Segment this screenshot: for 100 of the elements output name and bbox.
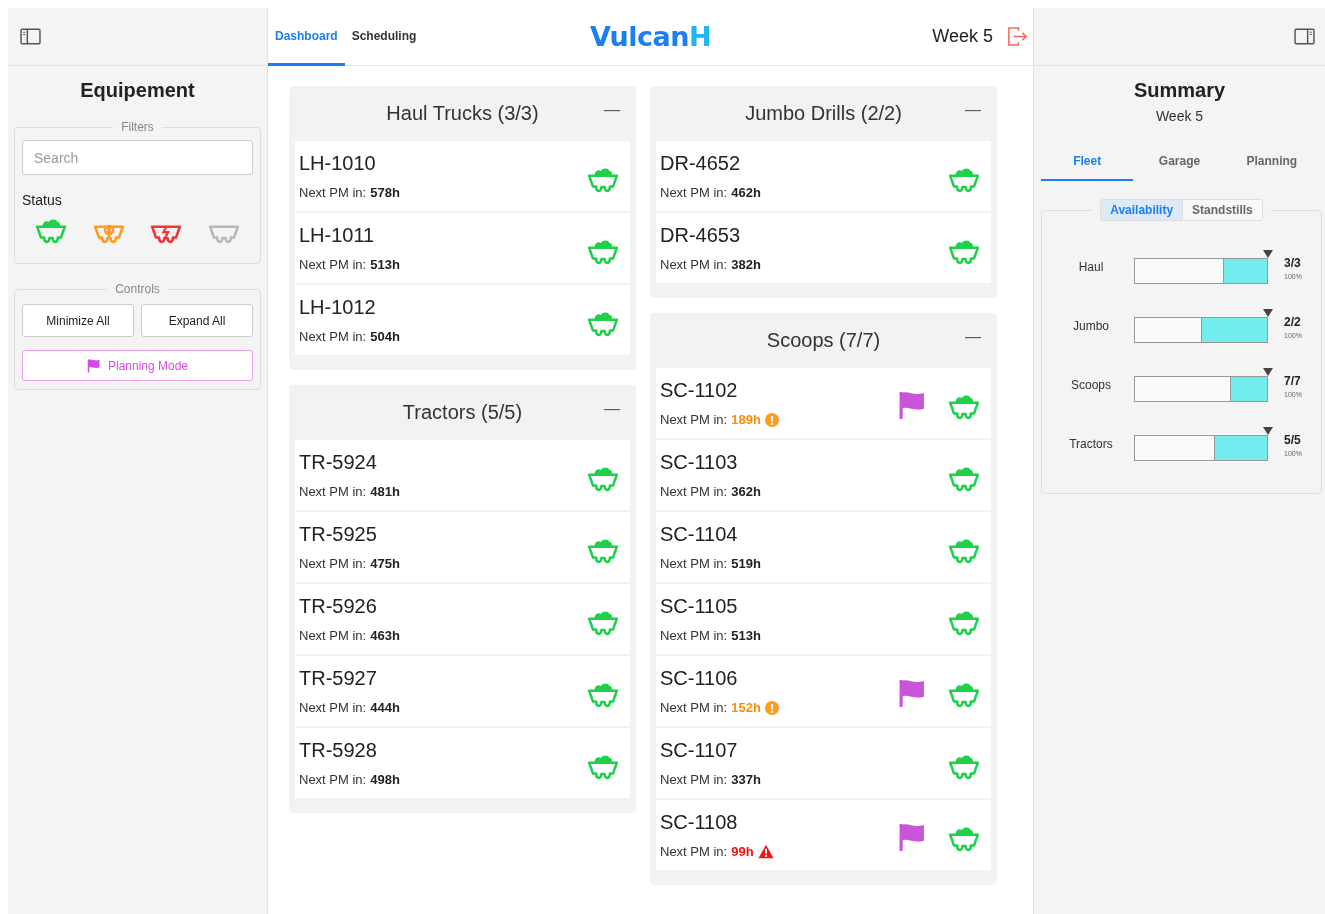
equipment-id: SC-1106 [660,667,739,690]
pm-label: Next PM in: [660,185,728,200]
equipment-row[interactable]: SC-1107 Next PM in: 337h [656,728,991,798]
target-marker-icon [1263,249,1273,258]
pm-label: Next PM in: [660,484,728,499]
pm-label: Next PM in: [299,257,367,272]
pm-hours: 337h [731,772,761,787]
pm-label: Next PM in: [660,700,728,715]
pm-hours: 519h [731,556,761,571]
equipment-row[interactable]: SC-1108 Next PM in: 99h [656,800,991,870]
control-button[interactable]: Minimize All [22,304,134,337]
equipment-row[interactable]: LH-1012 Next PM in: 504h [295,285,630,355]
equipment-row[interactable]: SC-1104 Next PM in: 519h [656,512,991,582]
equipment-row[interactable]: TR-5924 Next PM in: 481h [295,440,630,510]
count-value: 5/5 [1284,432,1302,447]
pm-hours: 578h [370,185,400,200]
equipment-id: SC-1107 [660,739,739,762]
equipment-row[interactable]: SC-1103 Next PM in: 362h [656,440,991,510]
sidebar-toggle-icon[interactable] [20,28,41,45]
segment-tab[interactable]: Standstills [1183,199,1263,221]
pm-hours: 189h [731,412,761,427]
count-value: 3/3 [1284,255,1302,270]
search-field[interactable]: Search [22,140,253,175]
equipment-id: TR-5925 [299,523,378,546]
summary-tab[interactable]: Fleet [1041,146,1134,181]
equipment-id: DR-4652 [660,152,742,175]
collapse-button[interactable]: — [965,328,981,346]
control-button[interactable]: Expand All [141,304,253,337]
group-title: Tractors (5/5) [402,401,523,424]
equipment-id: SC-1105 [660,595,739,618]
equipment-row[interactable]: DR-4653 Next PM in: 382h [656,213,991,283]
equipment-row[interactable]: SC-1106 Next PM in: 152h [656,656,991,726]
week-label: Week 5 [932,26,993,47]
equipment-row[interactable]: DR-4652 Next PM in: 462h [656,141,991,211]
panel-subtitle: Week 5 [1154,108,1205,124]
pm-hours: 99h [731,844,754,859]
equipment-id: DR-4653 [660,224,742,247]
target-marker-icon [1263,426,1273,435]
pm-label: Next PM in: [660,412,728,427]
pm-label: Next PM in: [299,185,367,200]
pm-label: Next PM in: [299,700,367,715]
equipment-row[interactable]: LH-1010 Next PM in: 578h [295,141,630,211]
summary-tab[interactable]: Garage [1133,146,1226,181]
equipment-id: SC-1102 [660,379,739,402]
pm-hours: 152h [731,700,761,715]
flag-icon [86,358,100,373]
group-legend: Controls [107,282,168,296]
pm-label: Next PM in: [299,628,367,643]
pm-hours: 513h [370,257,400,272]
row-label: Jumbo [1072,318,1110,333]
pm-label: Next PM in: [660,844,728,859]
group-title: Jumbo Drills (2/2) [745,102,902,125]
equipment-id: LH-1010 [299,152,377,175]
equipment-id: TR-5927 [299,667,378,690]
pm-hours: 382h [731,257,761,272]
equipment-row[interactable]: SC-1105 Next PM in: 513h [656,584,991,654]
target-marker-icon [1263,308,1273,317]
pm-label: Next PM in: [660,556,728,571]
equipment-row[interactable]: TR-5925 Next PM in: 475h [295,512,630,582]
equipment-id: TR-5924 [299,451,378,474]
pm-label: Next PM in: [660,257,728,272]
equipment-row[interactable]: TR-5927 Next PM in: 444h [295,656,630,726]
equipment-id: LH-1012 [299,296,377,319]
collapse-button[interactable]: — [604,101,620,119]
pm-hours: 513h [731,628,761,643]
sidebar-toggle-icon[interactable] [1294,28,1315,45]
count-value: 2/2 [1284,314,1302,329]
panel-title: Equipement [79,79,196,102]
pm-label: Next PM in: [299,556,367,571]
row-label: Haul [1077,259,1105,274]
nav-tab[interactable]: Dashboard [268,8,345,66]
pm-hours: 481h [370,484,400,499]
equipment-id: TR-5928 [299,739,378,762]
equipment-row[interactable]: LH-1011 Next PM in: 513h [295,213,630,283]
equipment-id: SC-1103 [660,451,739,474]
row-label: Scoops [1070,377,1112,392]
count-value: 7/7 [1284,373,1302,388]
planning-mode-button[interactable]: Planning Mode [22,350,253,381]
pm-label: Next PM in: [660,628,728,643]
equipment-row[interactable]: TR-5926 Next PM in: 463h [295,584,630,654]
pm-hours: 362h [731,484,761,499]
collapse-button[interactable]: — [604,400,620,418]
equipment-row[interactable]: SC-1102 Next PM in: 189h [656,368,991,438]
pm-hours: 498h [370,772,400,787]
pm-hours: 462h [731,185,761,200]
equipment-id: SC-1108 [660,811,739,834]
pm-label: Next PM in: [660,772,728,787]
equipment-id: SC-1104 [660,523,739,546]
pm-label: Next PM in: [299,772,367,787]
equipment-id: LH-1011 [299,224,376,247]
nav-tab[interactable]: Scheduling [344,8,424,66]
group-title: Scoops (7/7) [766,329,881,352]
collapse-button[interactable]: — [965,101,981,119]
target-marker-icon [1263,367,1273,376]
logout-icon[interactable] [1007,26,1027,47]
equipment-row[interactable]: TR-5928 Next PM in: 498h [295,728,630,798]
pm-hours: 504h [370,329,400,344]
pm-hours: 475h [370,556,400,571]
app-logo: VulcanH [590,21,711,52]
summary-tab[interactable]: Planning [1225,146,1318,181]
